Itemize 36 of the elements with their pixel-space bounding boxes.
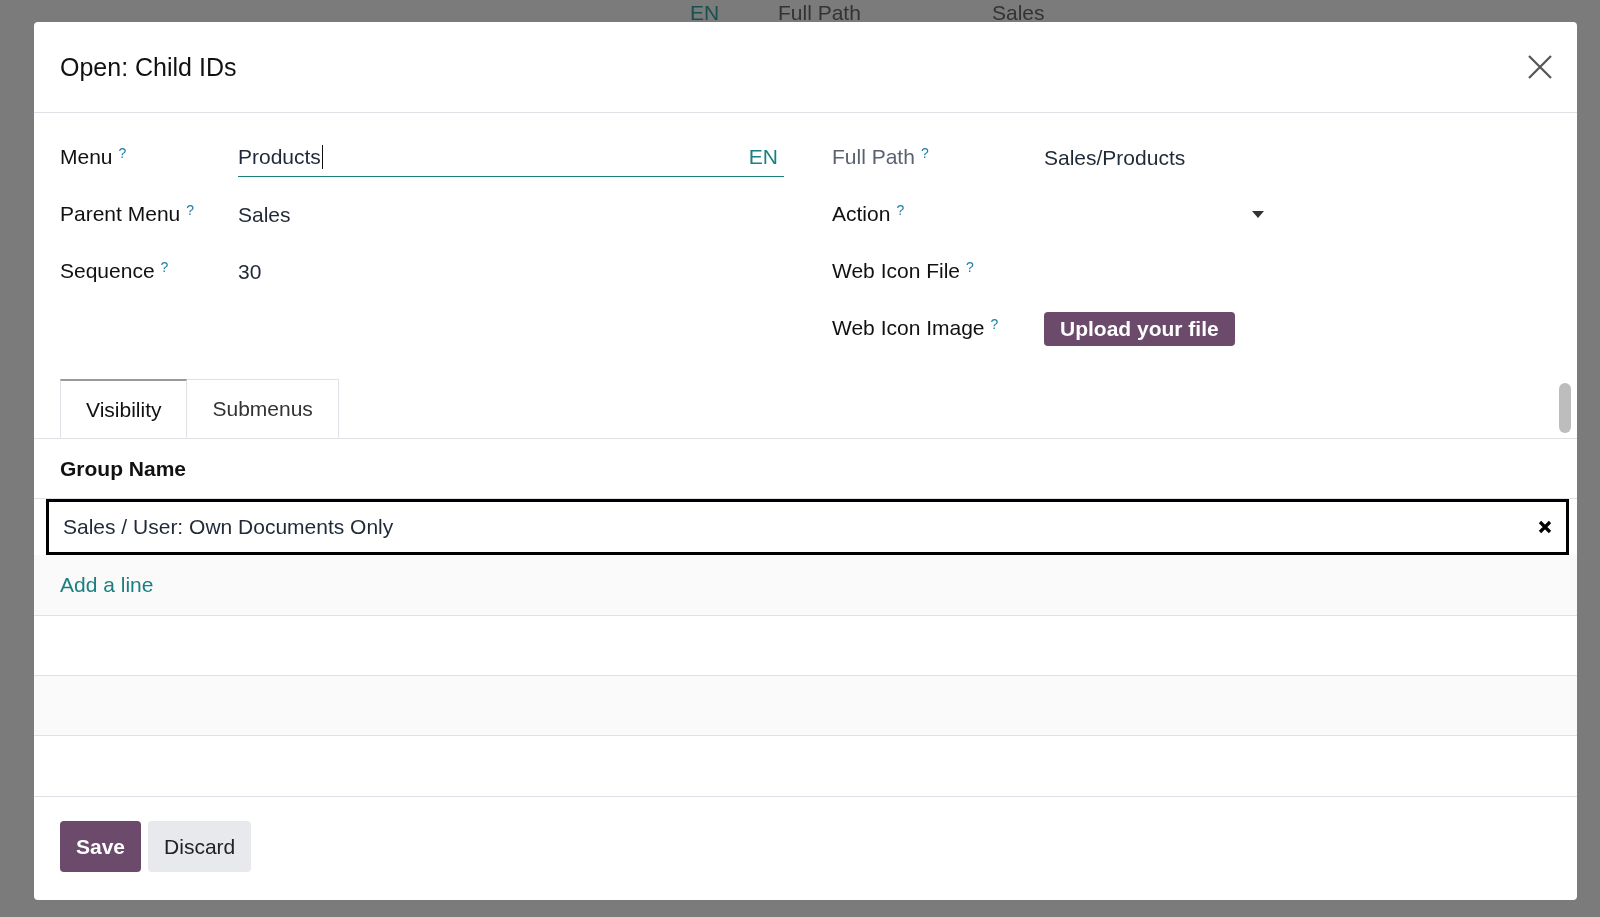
field-value[interactable]: 30 [238,259,262,284]
close-icon[interactable] [1527,54,1553,80]
field-label: Full Path [832,145,915,169]
menu-input[interactable]: Products EN [238,138,784,177]
dialog-title: Open: Child IDs [60,52,237,82]
field-label: Parent Menu [60,202,181,226]
field-label: Action [832,202,891,226]
background-text: Sales [992,2,1045,22]
save-button[interactable]: Save [60,821,142,872]
field-label: Sequence [60,259,155,283]
help-tooltip[interactable]: ? [160,259,169,276]
tab[interactable]: Submenus [187,379,339,438]
tab[interactable]: Visibility [60,379,188,438]
field-value[interactable]: Sales [238,202,291,227]
field-label: Menu [60,145,113,169]
column-header[interactable]: Group Name [60,456,187,481]
field-label: Web Icon Image [832,316,985,340]
language-button[interactable]: EN [748,145,778,169]
background-text: EN [690,2,720,22]
help-tooltip[interactable]: ? [896,202,905,219]
table-cell-text: Sales / User: Own Documents Only [63,515,395,539]
discard-button[interactable]: Discard [148,821,252,872]
background-text: Full Path [778,2,861,22]
help-tooltip[interactable]: ? [118,145,127,162]
delete-icon[interactable] [1538,520,1552,534]
upload-button[interactable]: Upload your file [1044,311,1235,346]
field-value: Sales/Products [1044,145,1186,170]
scrollbar-thumb[interactable] [1559,383,1571,433]
add-line-link[interactable]: Add a line [60,573,154,597]
dropdown-caret-icon[interactable] [1252,211,1264,218]
field-label: Web Icon File [832,259,960,283]
help-tooltip[interactable]: ? [920,145,929,162]
help-tooltip[interactable]: ? [186,202,195,219]
help-tooltip[interactable]: ? [990,316,999,333]
table-row[interactable]: Sales / User: Own Documents Only [46,499,1569,555]
help-tooltip[interactable]: ? [966,259,974,276]
